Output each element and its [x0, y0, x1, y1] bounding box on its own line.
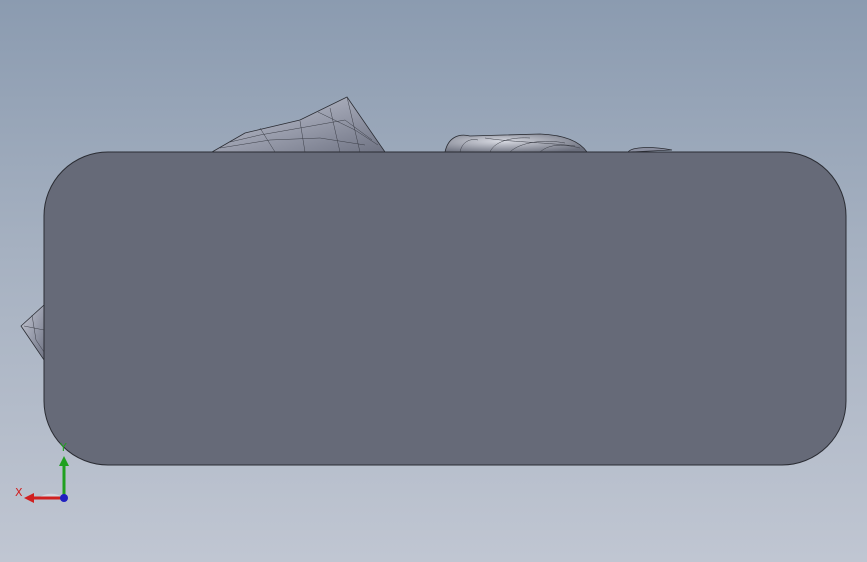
triad-graphic: [24, 456, 69, 503]
y-axis-arrowhead: [59, 456, 69, 466]
mesh-feature-middle-dome: [444, 133, 588, 153]
model-scene[interactable]: [0, 0, 867, 562]
x-axis-label: X: [15, 486, 23, 499]
mesh-feature-left-side: [20, 304, 45, 362]
mesh-feature-right-bump: [627, 147, 673, 153]
graphics-viewport[interactable]: X Y: [0, 0, 867, 562]
x-axis-arrowhead: [24, 493, 34, 503]
mesh-feature-left-peak: [210, 96, 386, 153]
z-axis-dot: [60, 494, 68, 502]
coordinate-triad: X Y: [10, 440, 80, 510]
y-axis-label: Y: [60, 441, 67, 454]
main-part-body[interactable]: [43, 151, 847, 466]
